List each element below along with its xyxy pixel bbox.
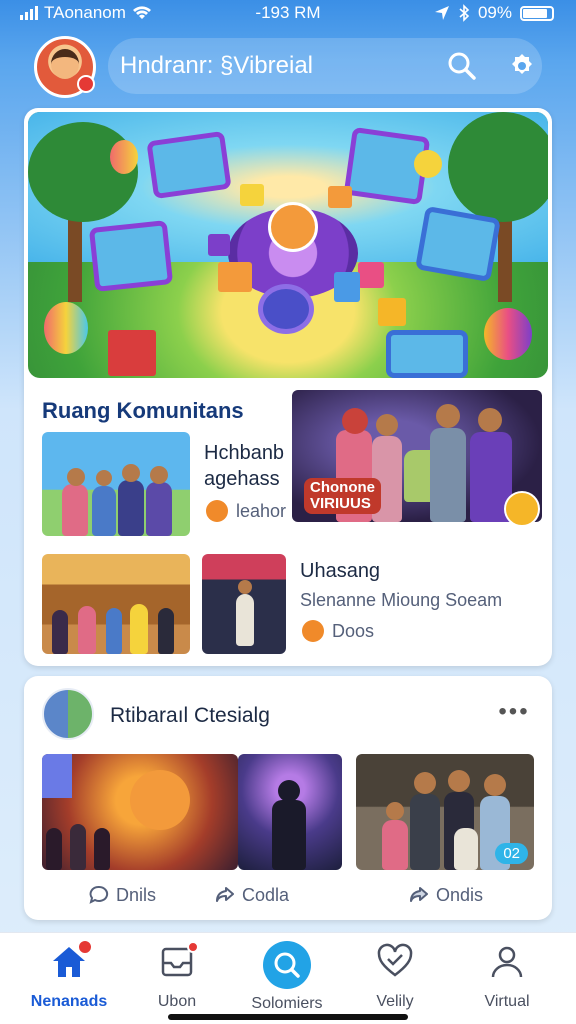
reaction-icon — [206, 500, 228, 522]
profile-icon — [491, 946, 523, 978]
bluetooth-icon — [459, 4, 470, 22]
video-screen-icon — [415, 205, 501, 283]
hero-illustration[interactable] — [28, 112, 548, 378]
item-title[interactable]: Uhasang — [300, 560, 380, 583]
comment-icon — [89, 885, 109, 904]
discover-button[interactable] — [263, 941, 311, 989]
post-media[interactable] — [42, 754, 238, 870]
forward-label: Ondis — [436, 884, 484, 905]
forward-icon — [410, 887, 428, 902]
comment-button[interactable]: Dnils — [88, 884, 156, 906]
battery-percent: 09% — [477, 3, 512, 22]
header-search-bar[interactable]: Hndranr: §Vibreial — [108, 38, 542, 94]
forward-button[interactable]: Ondis — [408, 884, 483, 906]
avatar-face — [51, 49, 79, 79]
share-icon — [216, 887, 234, 902]
comment-label: Dnils — [116, 884, 157, 905]
nav-label: Velily — [376, 993, 414, 1010]
status-bar: TAonanom -193 RM 09% — [0, 0, 576, 28]
home-indicator[interactable] — [168, 1014, 408, 1020]
community-card: Ruang Komunitans Hchbanb agehass leahor … — [24, 108, 552, 666]
video-screen-icon — [88, 220, 174, 292]
reaction-icon — [302, 620, 324, 642]
nav-home[interactable]: Nenanads — [14, 939, 124, 1011]
mascot-figure — [268, 202, 318, 252]
heart-check-icon — [377, 943, 413, 977]
nav-label: Ubon — [157, 993, 197, 1010]
community-thumbnail[interactable] — [202, 554, 286, 654]
item-title[interactable]: Hchbanb — [204, 442, 284, 465]
item-subtitle: Slenanne Mioung Soeam — [300, 590, 503, 610]
nav-label: Solomiers — [251, 995, 323, 1012]
item-subtitle: agehass — [204, 468, 280, 490]
location-icon — [434, 6, 449, 20]
settings-icon[interactable] — [506, 50, 538, 82]
post-media[interactable]: 02 — [356, 754, 534, 870]
group-avatar[interactable] — [42, 688, 94, 740]
item-meta: Doos — [302, 620, 374, 642]
nav-discover[interactable]: Solomiers — [232, 941, 342, 1013]
group-title[interactable]: Rtibaraıl Ctesialg — [110, 704, 270, 728]
bottom-navigation: Nenanads Ubon Solomiers Velily Virtual — [0, 932, 576, 1024]
group-post-card: Rtibaraıl Ctesialg ••• 02 Dnils Codla On… — [24, 676, 552, 920]
battery-icon — [520, 5, 554, 21]
feature-label: Chonone VIRIUUS — [304, 478, 381, 514]
share-button[interactable]: Codla — [214, 884, 289, 906]
media-count-badge: 02 — [495, 843, 528, 864]
nav-profile[interactable]: Virtual — [452, 941, 562, 1011]
share-label: Codla — [242, 884, 290, 905]
section-title: Ruang Komunitans — [42, 398, 244, 423]
emoji-reaction-icon[interactable] — [504, 491, 540, 527]
notification-dot — [77, 939, 93, 955]
nav-label: Virtual — [484, 993, 530, 1010]
header-title: Hndranr: §Vibreial — [120, 52, 313, 79]
community-thumbnail[interactable] — [42, 432, 190, 536]
video-screen-icon — [386, 330, 468, 378]
more-options-icon[interactable]: ••• — [494, 700, 534, 724]
item-meta: leahor — [206, 500, 286, 522]
notification-dot — [187, 941, 199, 953]
discover-icon — [274, 952, 300, 978]
profile-avatar[interactable] — [34, 36, 96, 98]
search-icon[interactable] — [446, 50, 478, 82]
nav-label: Nenanads — [30, 993, 108, 1010]
nav-verify[interactable]: Velily — [340, 941, 450, 1011]
post-media[interactable] — [238, 754, 342, 870]
item-meta-label: Doos — [332, 620, 375, 641]
video-screen-icon — [146, 130, 232, 200]
community-thumbnail[interactable] — [42, 554, 190, 654]
nav-inbox[interactable]: Ubon — [122, 941, 232, 1011]
avatar-notification-badge — [77, 75, 95, 93]
item-meta-label: leahor — [236, 500, 287, 521]
